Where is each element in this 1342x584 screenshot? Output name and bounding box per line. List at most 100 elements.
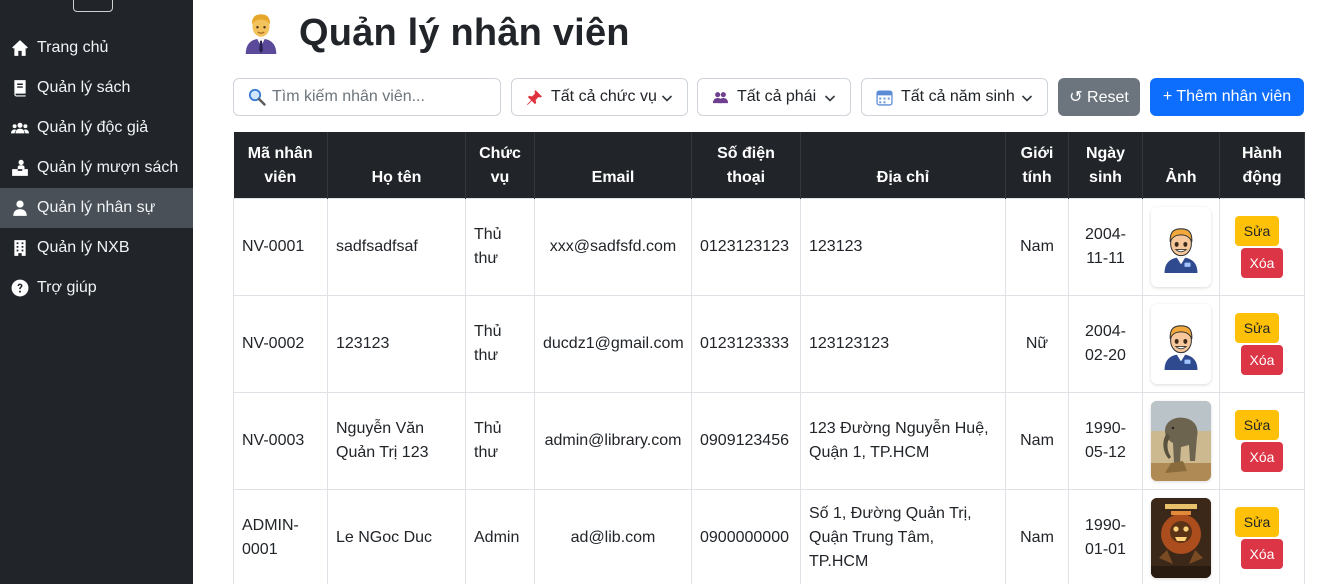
cell-address: 123123 — [800, 197, 1006, 296]
header-email[interactable]: Email — [534, 132, 692, 198]
cell-name: sadfsadfsaf — [327, 197, 466, 296]
chevron-down-icon — [1021, 95, 1033, 102]
cell-photo — [1142, 488, 1220, 584]
cell-email: ducdz1@gmail.com — [534, 294, 692, 393]
physics-book-cover-image — [1151, 497, 1211, 578]
header-photo: Ảnh — [1142, 132, 1220, 198]
building-icon — [10, 238, 30, 258]
sidebar-item-help[interactable]: Trợ giúp — [0, 268, 193, 308]
cell-email: xxx@sadfsfd.com — [534, 197, 692, 296]
help-icon — [10, 278, 30, 298]
reset-button[interactable]: ↺ Reset — [1058, 78, 1140, 116]
table-row: NV-0003 Nguyễn Văn Quản Trị 123 Thủ thư … — [233, 391, 1305, 490]
edit-button[interactable]: Sửa — [1234, 312, 1280, 343]
edit-button[interactable]: Sửa — [1234, 409, 1280, 440]
pushpin-icon — [527, 89, 542, 105]
employee-photo[interactable] — [1151, 497, 1211, 578]
sidebar-item-staff[interactable]: Quản lý nhân sự — [0, 188, 193, 228]
sidebar-item-label: Quản lý độc giả — [37, 119, 149, 136]
header-birth-date[interactable]: Ngày sinh — [1068, 132, 1143, 198]
cell-name: 123123 — [327, 294, 466, 393]
header-address[interactable]: Địa chỉ — [800, 132, 1006, 198]
header-actions: Hành động — [1219, 132, 1305, 198]
users-icon — [10, 118, 30, 138]
cell-email: admin@library.com — [534, 391, 692, 490]
cell-birth-date: 2004-02-20 — [1068, 294, 1143, 393]
delete-button[interactable]: Xóa — [1240, 344, 1284, 375]
search-box[interactable] — [233, 78, 501, 116]
cell-photo — [1142, 391, 1220, 490]
cell-photo — [1142, 197, 1220, 296]
delete-button[interactable]: Xóa — [1240, 247, 1284, 278]
header-gender[interactable]: Giới tính — [1005, 132, 1069, 198]
book-icon — [10, 78, 30, 98]
header-full-name[interactable]: Họ tên — [327, 132, 466, 198]
cartoon-avatar-image — [1164, 227, 1198, 273]
sidebar-toggle-button[interactable] — [73, 0, 113, 12]
sidebar-item-label: Trang chủ — [37, 39, 109, 56]
sidebar-item-label: Quản lý sách — [37, 79, 131, 96]
page-heading: Quản lý nhân viên — [299, 11, 630, 54]
sidebar-item-home[interactable]: Trang chủ — [0, 28, 193, 68]
role-filter-value: Tất cả chức vụ — [551, 88, 657, 105]
cell-birth-date: 1990-01-01 — [1068, 488, 1143, 584]
sidebar-item-label: Trợ giúp — [37, 279, 97, 296]
add-employee-button[interactable]: + Thêm nhân viên — [1150, 78, 1304, 116]
employee-table: Mã nhân viên Họ tên Chức vụ Email Số điệ… — [233, 132, 1305, 584]
header-phone[interactable]: Số điện thoại — [691, 132, 801, 198]
delete-button[interactable]: Xóa — [1240, 441, 1284, 472]
employee-photo[interactable] — [1151, 206, 1211, 287]
office-worker-emoji-icon — [245, 14, 277, 54]
cell-role: Thủ thư — [465, 391, 535, 490]
calendar-icon — [876, 89, 893, 106]
people-icon — [712, 91, 729, 103]
cell-gender: Nam — [1005, 197, 1069, 296]
edit-button[interactable]: Sửa — [1234, 506, 1280, 537]
cell-gender: Nữ — [1005, 294, 1069, 393]
birth-year-filter-value: Tất cả năm sinh — [901, 88, 1015, 105]
employee-table-wrapper: Mã nhân viên Họ tên Chức vụ Email Số điệ… — [233, 132, 1305, 584]
main-content: Quản lý nhân viên Tất cả chức vụ — [193, 0, 1342, 584]
cell-id: NV-0001 — [233, 197, 328, 296]
birth-year-filter-select[interactable]: Tất cả năm sinh — [861, 78, 1048, 116]
borrow-icon — [10, 158, 30, 178]
table-row: NV-0002 123123 Thủ thư ducdz1@gmail.com … — [233, 294, 1305, 393]
sidebar-item-borrow[interactable]: Quản lý mượn sách — [0, 148, 193, 188]
cell-gender: Nam — [1005, 391, 1069, 490]
sidebar-item-label: Quản lý NXB — [37, 239, 130, 256]
role-filter-select[interactable]: Tất cả chức vụ — [511, 78, 688, 116]
home-icon — [10, 38, 30, 58]
employee-photo[interactable] — [1151, 303, 1211, 384]
cell-address: 123123123 — [800, 294, 1006, 393]
page-title: Quản lý nhân viên — [241, 10, 630, 56]
header-role[interactable]: Chức vụ — [465, 132, 535, 198]
header-employee-id[interactable]: Mã nhân viên — [233, 132, 328, 198]
sidebar-item-label: Quản lý nhân sự — [37, 199, 156, 216]
cell-photo — [1142, 294, 1220, 393]
cell-name: Nguyễn Văn Quản Trị 123 — [327, 391, 466, 490]
edit-button[interactable]: Sửa — [1234, 215, 1280, 246]
table-row: ADMIN-0001 Le NGoc Duc Admin ad@lib.com … — [233, 488, 1305, 584]
chevron-down-icon — [824, 95, 836, 102]
cartoon-avatar-image — [1164, 324, 1198, 370]
cell-phone: 0900000000 — [691, 488, 801, 584]
sidebar-item-readers[interactable]: Quản lý độc giả — [0, 108, 193, 148]
table-row: NV-0001 sadfsadfsaf Thủ thư xxx@sadfsfd.… — [233, 197, 1305, 296]
sidebar: Trang chủ Quản lý sách Quản lý độc giả Q… — [0, 0, 193, 584]
cell-phone: 0123123123 — [691, 197, 801, 296]
delete-button[interactable]: Xóa — [1240, 538, 1284, 569]
cell-actions: Sửa Xóa — [1219, 294, 1305, 393]
cell-address: Số 1, Đường Quản Trị, Quận Trung Tâm, TP… — [800, 488, 1006, 584]
gender-filter-select[interactable]: Tất cả phái — [697, 78, 851, 116]
search-input[interactable] — [272, 88, 492, 106]
cell-birth-date: 1990-05-12 — [1068, 391, 1143, 490]
sidebar-item-books[interactable]: Quản lý sách — [0, 68, 193, 108]
cell-email: ad@lib.com — [534, 488, 692, 584]
search-icon — [248, 88, 266, 106]
cell-role: Admin — [465, 488, 535, 584]
user-icon — [10, 198, 30, 218]
sidebar-item-publishers[interactable]: Quản lý NXB — [0, 228, 193, 268]
cell-id: ADMIN-0001 — [233, 488, 328, 584]
employee-photo[interactable] — [1151, 400, 1211, 481]
sidebar-item-label: Quản lý mượn sách — [37, 159, 179, 176]
